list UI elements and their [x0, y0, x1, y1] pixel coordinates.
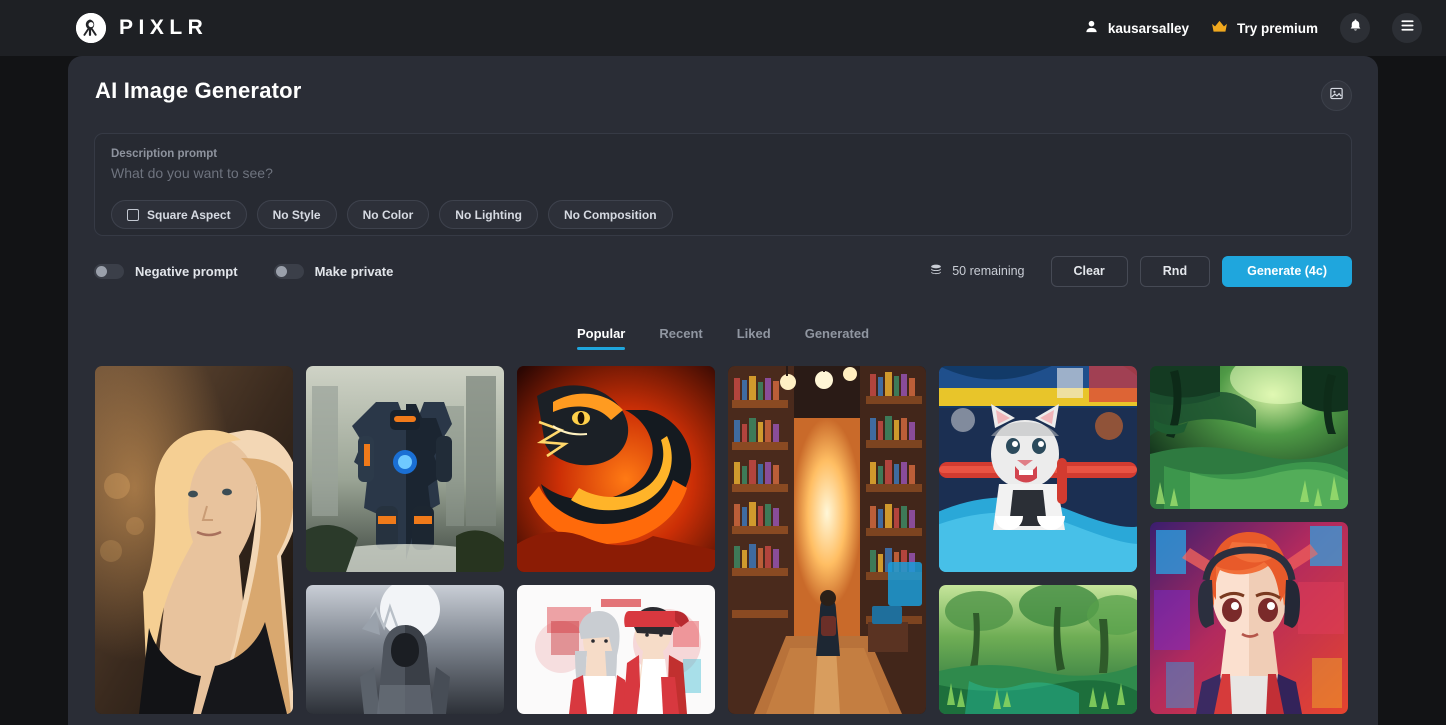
header-actions: kausarsalley Try premium — [1084, 13, 1422, 43]
gallery-column — [728, 366, 926, 714]
gallery-column — [306, 366, 504, 714]
hamburger-menu-icon — [1400, 19, 1415, 37]
toggle-switch[interactable] — [94, 263, 124, 279]
chip-label: No Composition — [563, 207, 657, 222]
gallery-tabs: Popular Recent Liked Generated — [94, 326, 1352, 350]
crown-icon — [1211, 20, 1228, 36]
chip-no-composition[interactable]: No Composition — [547, 200, 673, 229]
gallery-column — [95, 366, 293, 714]
coins-stack-icon — [929, 263, 943, 280]
chip-label: Square Aspect — [147, 207, 231, 222]
prompt-modifier-chips: Square Aspect No Style No Color No Light… — [111, 200, 1335, 229]
pixlr-logo-icon — [76, 13, 106, 43]
gallery-item-anime-girl-with-headphones-neon[interactable] — [1150, 522, 1348, 714]
toggle-switch[interactable] — [273, 263, 304, 279]
make-private-toggle[interactable]: Make private — [273, 263, 394, 279]
chip-no-color[interactable]: No Color — [346, 200, 430, 229]
generator-options-row: Negative prompt Make private 50 remainin… — [94, 254, 1352, 288]
generator-actions: 50 remaining Clear Rnd Generate (4c) — [929, 255, 1352, 287]
try-premium-label: Try premium — [1236, 20, 1318, 36]
tab-generated[interactable]: Generated — [805, 326, 869, 350]
chip-label: No Color — [362, 207, 414, 222]
toggle-label: Make private — [314, 263, 394, 279]
gallery-item-portrait-blonde-woman-golden-light[interactable] — [95, 366, 293, 714]
brand-name: PIXLR — [119, 16, 209, 39]
clear-button[interactable]: Clear — [1050, 255, 1128, 287]
gallery-item-kitten-riding-carnival-ride[interactable] — [939, 366, 1137, 572]
bell-icon — [1348, 18, 1363, 38]
gallery-item-anime-couple-red-streetwear[interactable] — [517, 585, 715, 714]
gallery-item-green-swamp-forest-painting[interactable] — [939, 585, 1137, 714]
chip-square-aspect[interactable]: Square Aspect — [111, 200, 247, 229]
gallery-item-lava-fire-dragon-serpent[interactable] — [517, 366, 715, 572]
gallery-column — [517, 366, 715, 714]
chip-label: No Style — [272, 207, 321, 222]
image-gallery — [94, 366, 1352, 714]
gallery-item-dark-green-jungle-swamp[interactable] — [1150, 366, 1348, 509]
prompt-input-area[interactable]: Description prompt What do you want to s… — [94, 133, 1352, 236]
prompt-placeholder: What do you want to see? — [111, 165, 273, 181]
image-icon — [1329, 86, 1344, 106]
gallery-item-anime-library-aisle-with-student[interactable] — [728, 366, 926, 714]
generate-button[interactable]: Generate (4c) — [1222, 255, 1352, 287]
tab-liked[interactable]: Liked — [737, 326, 771, 350]
gallery-view-button[interactable] — [1321, 80, 1352, 111]
gallery-column — [1150, 366, 1348, 714]
tab-popular[interactable]: Popular — [576, 326, 626, 350]
brand-logo[interactable]: PIXLR — [76, 13, 208, 43]
chip-label: No Lighting — [455, 207, 522, 222]
chip-no-style[interactable]: No Style — [256, 200, 337, 229]
ai-image-generator-panel: AI Image Generator Description prompt Wh… — [68, 56, 1378, 725]
negative-prompt-toggle[interactable]: Negative prompt — [94, 263, 238, 279]
try-premium-button[interactable]: Try premium — [1211, 20, 1318, 36]
username-label: kausarsalley — [1107, 20, 1189, 36]
square-icon — [127, 208, 139, 221]
tab-recent[interactable]: Recent — [659, 326, 702, 350]
page-title: AI Image Generator — [95, 78, 302, 103]
random-prompt-button[interactable]: Rnd — [1139, 255, 1211, 287]
gallery-column — [939, 366, 1137, 714]
gallery-item-blue-mecha-robot-in-city[interactable] — [306, 366, 504, 572]
panel-header: AI Image Generator — [94, 78, 1352, 111]
gallery-item-hooded-armored-knight-under-moon[interactable] — [306, 585, 504, 714]
main-menu-button[interactable] — [1392, 13, 1422, 43]
chip-no-lighting[interactable]: No Lighting — [439, 200, 538, 229]
credits-label: 50 remaining — [952, 264, 1025, 278]
credits-remaining: 50 remaining — [929, 263, 1025, 280]
notifications-button[interactable] — [1340, 13, 1370, 43]
toggle-label: Negative prompt — [135, 263, 238, 279]
user-account-menu[interactable]: kausarsalley — [1084, 19, 1189, 37]
prompt-label: Description prompt — [111, 148, 218, 160]
user-icon — [1084, 19, 1099, 37]
top-header-bar: PIXLR kausarsalley Try premium — [0, 0, 1446, 56]
